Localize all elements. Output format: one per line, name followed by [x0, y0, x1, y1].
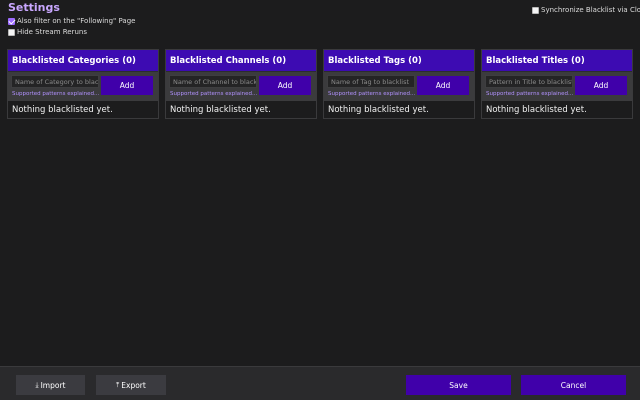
card-title: Blacklisted Categories (0) — [8, 50, 158, 72]
card-title: Blacklisted Titles (0) — [482, 50, 632, 72]
card-form: Supported patterns explained... Add — [324, 72, 474, 101]
filter-following-option[interactable]: Also filter on the "Following" Page — [8, 17, 135, 25]
empty-message: Nothing blacklisted yet. — [12, 105, 113, 115]
category-input[interactable] — [11, 75, 99, 88]
sync-cloud-checkbox[interactable] — [532, 6, 539, 14]
add-category-button[interactable]: Add — [101, 76, 153, 95]
filter-following-checkbox[interactable] — [8, 17, 15, 25]
import-button[interactable]: ⤓ Import — [16, 375, 85, 395]
add-tag-button[interactable]: Add — [417, 76, 469, 95]
patterns-link[interactable]: Supported patterns explained... — [12, 91, 99, 97]
channels-card: Blacklisted Channels (0) Supported patte… — [165, 49, 317, 119]
add-channel-button[interactable]: Add — [259, 76, 311, 95]
patterns-link[interactable]: Supported patterns explained... — [486, 91, 573, 97]
card-form: Supported patterns explained... Add — [482, 72, 632, 101]
import-icon: ⤓ — [35, 380, 39, 389]
tags-card: Blacklisted Tags (0) Supported patterns … — [323, 49, 475, 119]
empty-message: Nothing blacklisted yet. — [486, 105, 587, 115]
card-form: Supported patterns explained... Add — [8, 72, 158, 101]
patterns-link[interactable]: Supported patterns explained... — [328, 91, 415, 97]
add-title-button[interactable]: Add — [575, 76, 627, 95]
hide-reruns-option[interactable]: Hide Stream Reruns — [8, 28, 87, 36]
patterns-link[interactable]: Supported patterns explained... — [170, 91, 257, 97]
footer-bar: ⤓ Import ⤒ Export Save Cancel — [0, 366, 640, 400]
empty-message: Nothing blacklisted yet. — [328, 105, 429, 115]
filter-following-label: Also filter on the "Following" Page — [17, 17, 136, 25]
title-pattern-input[interactable] — [485, 75, 573, 88]
channel-input[interactable] — [169, 75, 257, 88]
cancel-button[interactable]: Cancel — [521, 375, 626, 395]
sync-cloud-option[interactable]: Synchronize Blacklist via Cloud — [532, 6, 640, 14]
import-label: Import — [40, 380, 66, 390]
categories-card: Blacklisted Categories (0) Supported pat… — [7, 49, 159, 119]
hide-reruns-checkbox[interactable] — [8, 28, 15, 36]
export-icon: ⤒ — [116, 380, 120, 389]
card-form: Supported patterns explained... Add — [166, 72, 316, 101]
empty-message: Nothing blacklisted yet. — [170, 105, 271, 115]
export-button[interactable]: ⤒ Export — [96, 375, 166, 395]
sync-cloud-label: Synchronize Blacklist via Cloud — [541, 6, 640, 14]
hide-reruns-label: Hide Stream Reruns — [17, 28, 87, 36]
export-label: Export — [121, 380, 146, 390]
tag-input[interactable] — [327, 75, 415, 88]
titles-card: Blacklisted Titles (0) Supported pattern… — [481, 49, 633, 119]
card-title: Blacklisted Channels (0) — [166, 50, 316, 72]
card-title: Blacklisted Tags (0) — [324, 50, 474, 72]
page-title: Settings — [8, 1, 60, 14]
save-button[interactable]: Save — [406, 375, 511, 395]
